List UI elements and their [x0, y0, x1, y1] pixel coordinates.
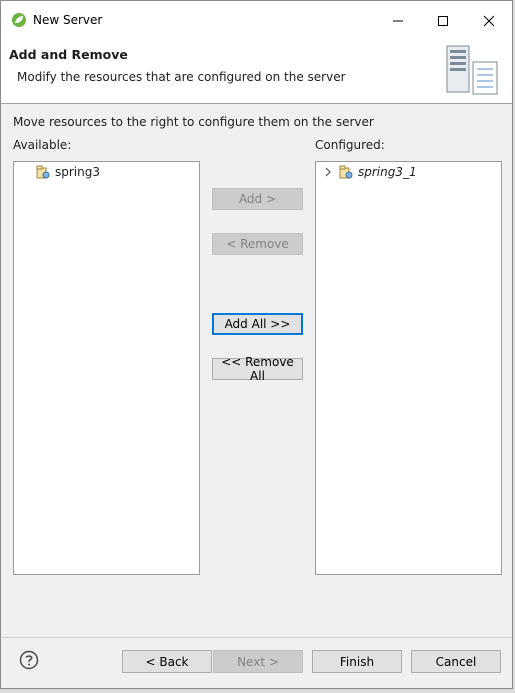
available-list[interactable]: spring3: [13, 161, 200, 575]
cancel-button[interactable]: Cancel: [411, 650, 501, 673]
maximize-button[interactable]: [420, 5, 466, 37]
add-button[interactable]: Add >: [212, 188, 303, 210]
add-all-button[interactable]: Add All >>: [212, 313, 303, 335]
footer-separator: [1, 637, 512, 638]
finish-button[interactable]: Finish: [312, 650, 402, 673]
page-description: Modify the resources that are configured…: [17, 70, 346, 84]
instruction-text: Move resources to the right to configure…: [13, 115, 374, 129]
close-icon: [483, 15, 495, 27]
list-item[interactable]: spring3_1: [323, 163, 417, 181]
list-item-label: spring3_1: [358, 165, 417, 179]
list-item-label: spring3: [55, 165, 100, 179]
configured-label: Configured:: [315, 138, 385, 152]
back-button[interactable]: < Back: [122, 650, 212, 673]
remove-all-button[interactable]: << Remove All: [212, 355, 303, 383]
help-icon[interactable]: [19, 650, 39, 670]
window-title: New Server: [33, 13, 103, 27]
wizard-header: Add and Remove Modify the resources that…: [1, 41, 512, 104]
remove-button[interactable]: < Remove: [212, 233, 303, 255]
spring-leaf-icon: [12, 13, 26, 27]
new-server-dialog: New Server Add and Remove Modify the res…: [0, 0, 513, 689]
maximize-icon: [438, 16, 448, 26]
page-title: Add and Remove: [9, 47, 128, 62]
web-project-icon: [339, 165, 353, 179]
close-button[interactable]: [466, 5, 512, 37]
minimize-icon: [393, 20, 403, 22]
server-list-icon: [446, 45, 498, 95]
available-label: Available:: [13, 138, 72, 152]
web-project-icon: [36, 165, 50, 179]
list-item[interactable]: spring3: [36, 163, 100, 181]
configured-list[interactable]: spring3_1: [315, 161, 502, 575]
next-button[interactable]: Next >: [213, 650, 303, 673]
chevron-right-icon[interactable]: [323, 167, 333, 177]
title-bar: New Server: [1, 1, 512, 41]
minimize-button[interactable]: [375, 5, 421, 37]
